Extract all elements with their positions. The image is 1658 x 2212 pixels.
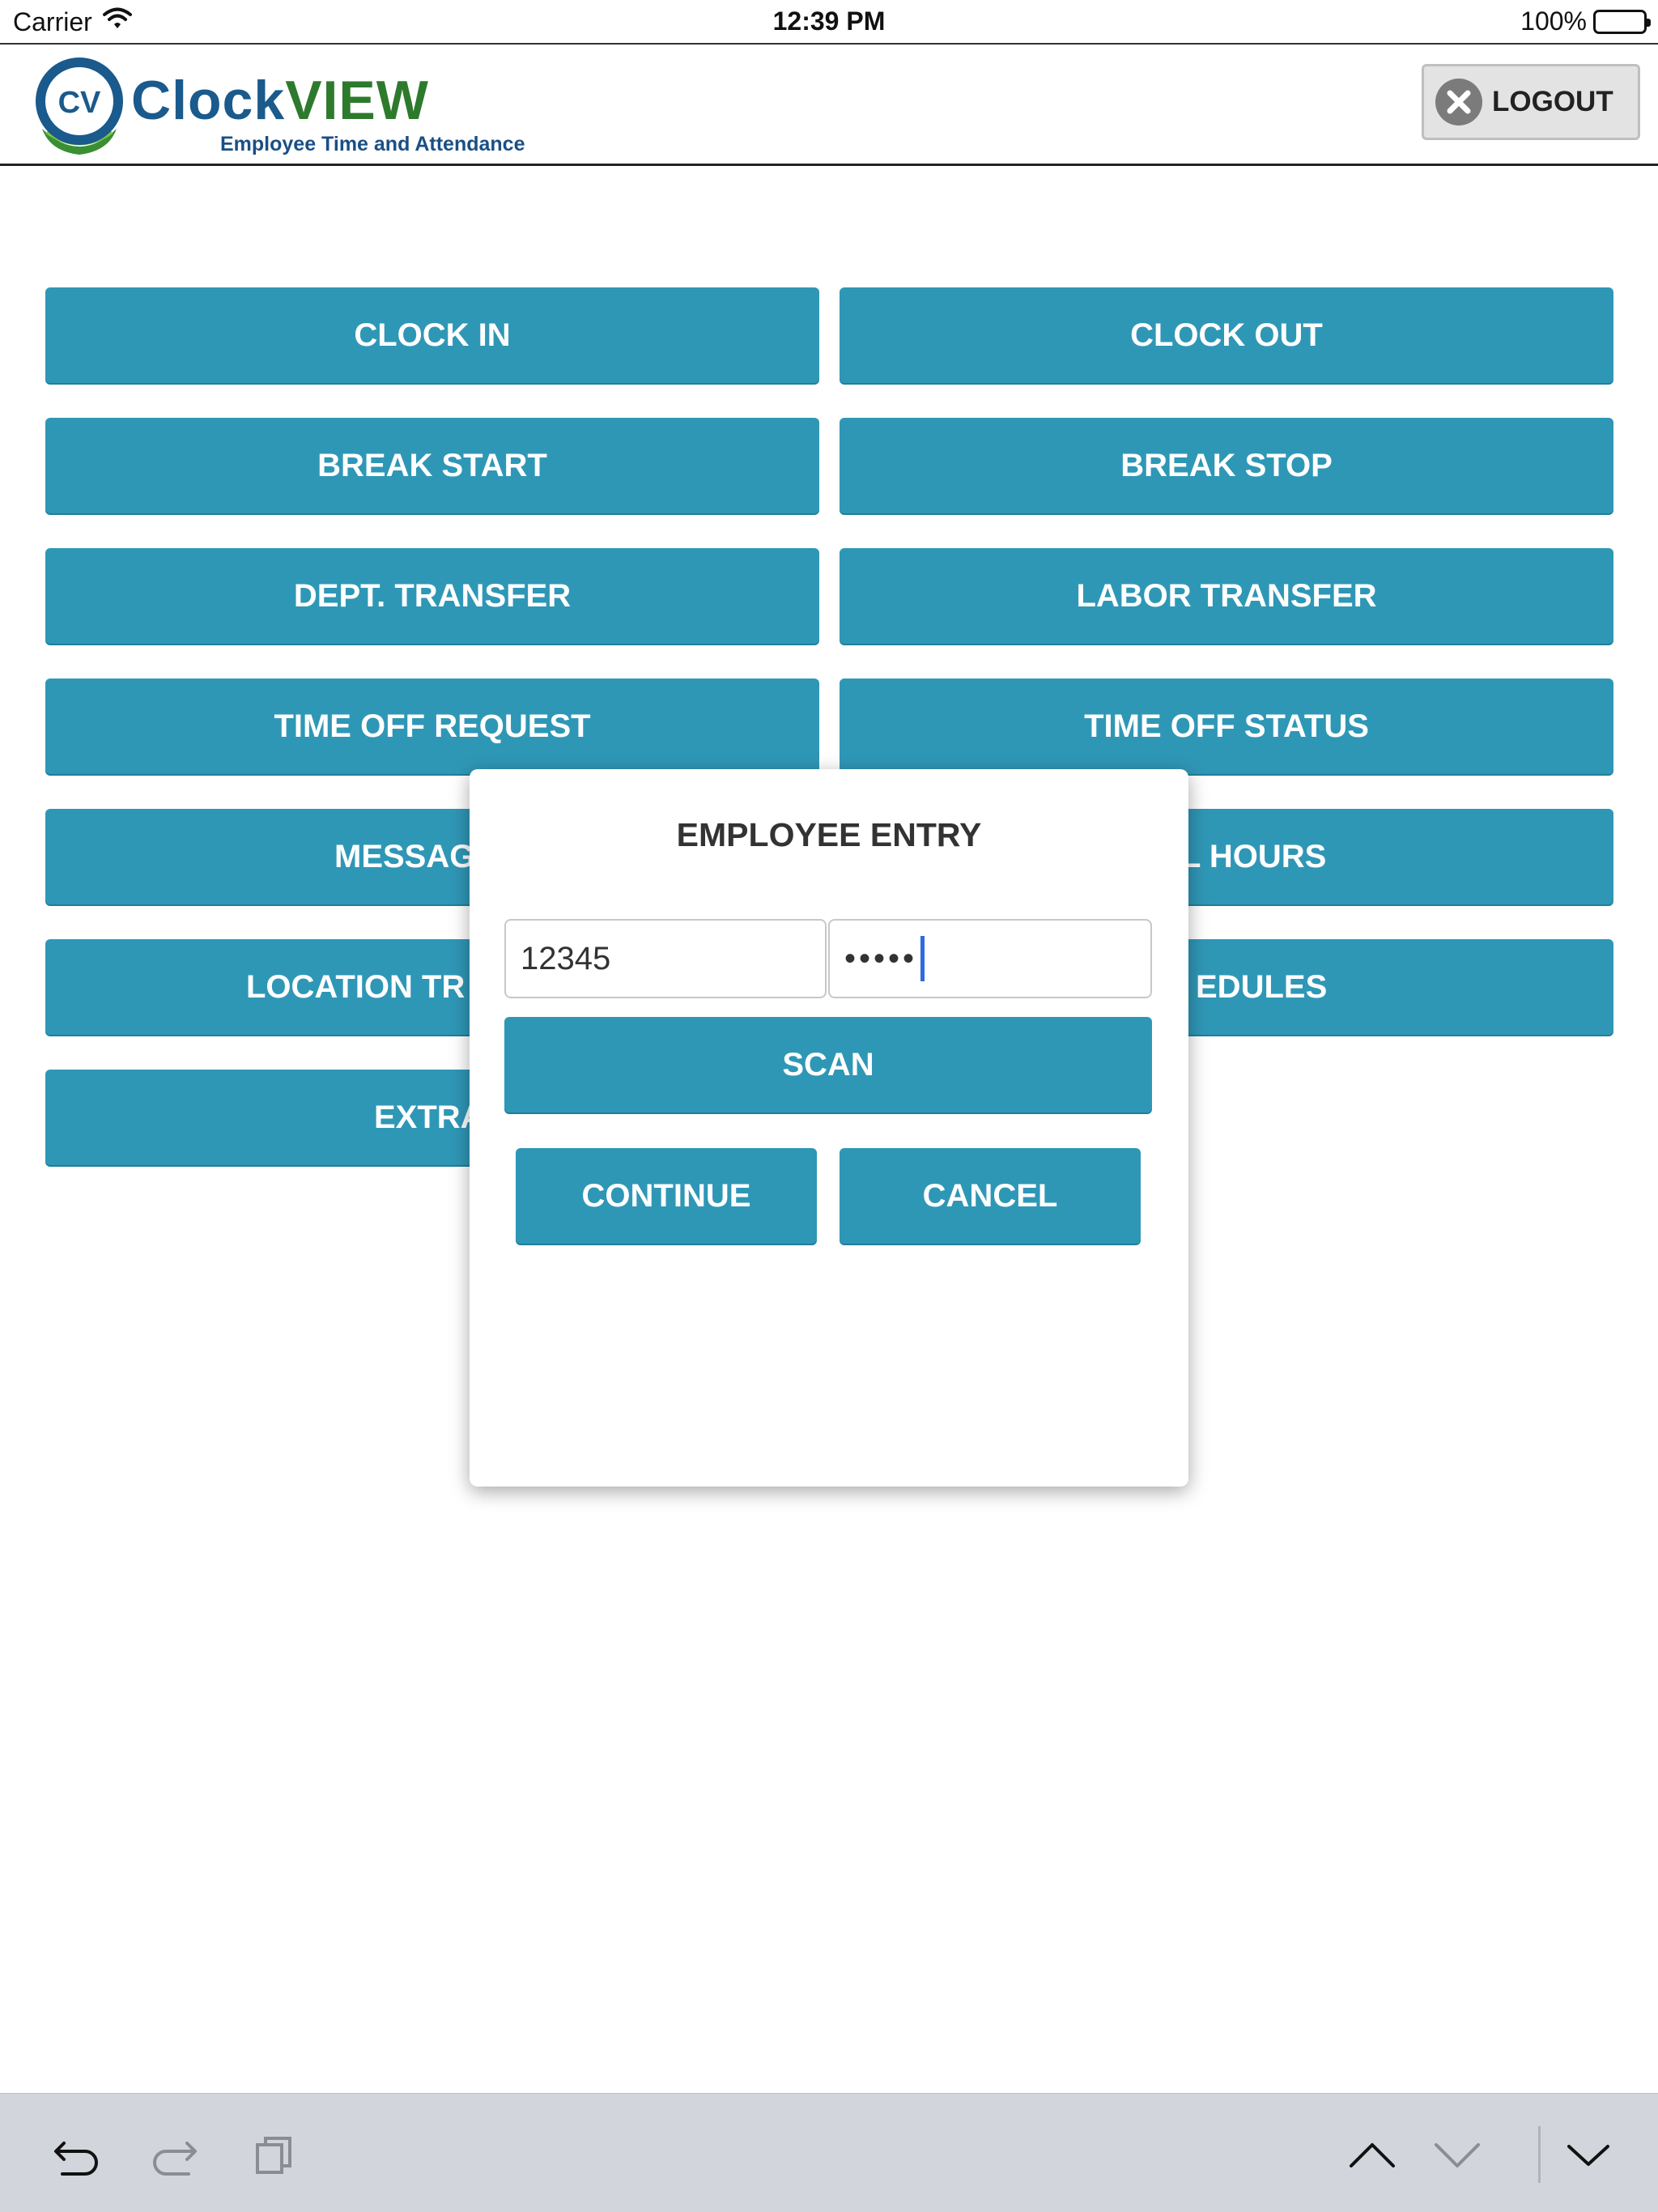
text-caret [920, 936, 925, 981]
logo-wordmark: ClockVIEW [131, 69, 429, 132]
keyboard-dismiss-icon[interactable] [1560, 2126, 1617, 2183]
employee-entry-dialog: EMPLOYEE ENTRY 12345 ••••• SCAN CONTINUE… [470, 769, 1188, 1487]
employee-id-value: 12345 [521, 940, 611, 976]
carrier-indicator: Carrier [13, 6, 133, 37]
logo-word-clock: Clock [131, 70, 286, 131]
labor-transfer-button[interactable]: LABOR TRANSFER [840, 548, 1613, 644]
continue-button[interactable]: CONTINUE [516, 1148, 817, 1244]
pin-input[interactable]: ••••• [828, 919, 1152, 998]
logo-badge-text: CV [58, 86, 101, 120]
carrier-label: Carrier [13, 6, 92, 36]
clockview-logo-icon: CV [36, 57, 123, 155]
clipboard-icon[interactable] [247, 2126, 304, 2183]
scan-button[interactable]: SCAN [504, 1017, 1152, 1112]
logo-tagline: Employee Time and Attendance [220, 133, 525, 155]
employee-id-input[interactable]: 12345 [504, 919, 827, 998]
battery-indicator: 100% [1520, 6, 1651, 36]
break-stop-button[interactable]: BREAK STOP [840, 418, 1613, 513]
undo-icon[interactable] [49, 2126, 105, 2183]
clock-out-button[interactable]: CLOCK OUT [840, 287, 1613, 383]
logout-label: LOGOUT [1492, 86, 1613, 117]
chevron-up-icon[interactable] [1344, 2126, 1401, 2183]
cancel-button[interactable]: CANCEL [840, 1148, 1141, 1244]
logo-word-view: VIEW [285, 70, 429, 131]
close-icon [1435, 79, 1482, 125]
clock-in-button[interactable]: CLOCK IN [45, 287, 819, 383]
status-bar: Carrier 12:39 PM 100% [0, 0, 1658, 45]
app-header: CV ClockVIEW Employee Time and Attendanc… [0, 46, 1658, 166]
time-off-status-button[interactable]: TIME OFF STATUS [840, 678, 1613, 774]
break-start-button[interactable]: BREAK START [45, 418, 819, 513]
chevron-down-icon[interactable] [1429, 2126, 1486, 2183]
logout-button[interactable]: LOGOUT [1422, 64, 1640, 140]
clockview-logo: CV ClockVIEW Employee Time and Attendanc… [31, 54, 549, 160]
dialog-title: EMPLOYEE ENTRY [676, 816, 982, 853]
battery-percent: 100% [1520, 6, 1587, 36]
dept-transfer-button[interactable]: DEPT. TRANSFER [45, 548, 819, 644]
wifi-icon [102, 6, 133, 37]
keyboard-accessory-bar [0, 2093, 1658, 2212]
clock-time: 12:39 PM [772, 6, 886, 36]
battery-icon [1593, 9, 1651, 34]
toolbar-divider [1538, 2126, 1541, 2183]
time-off-request-button[interactable]: TIME OFF REQUEST [45, 678, 819, 774]
pin-value: ••••• [844, 940, 918, 976]
redo-icon[interactable] [146, 2126, 202, 2183]
